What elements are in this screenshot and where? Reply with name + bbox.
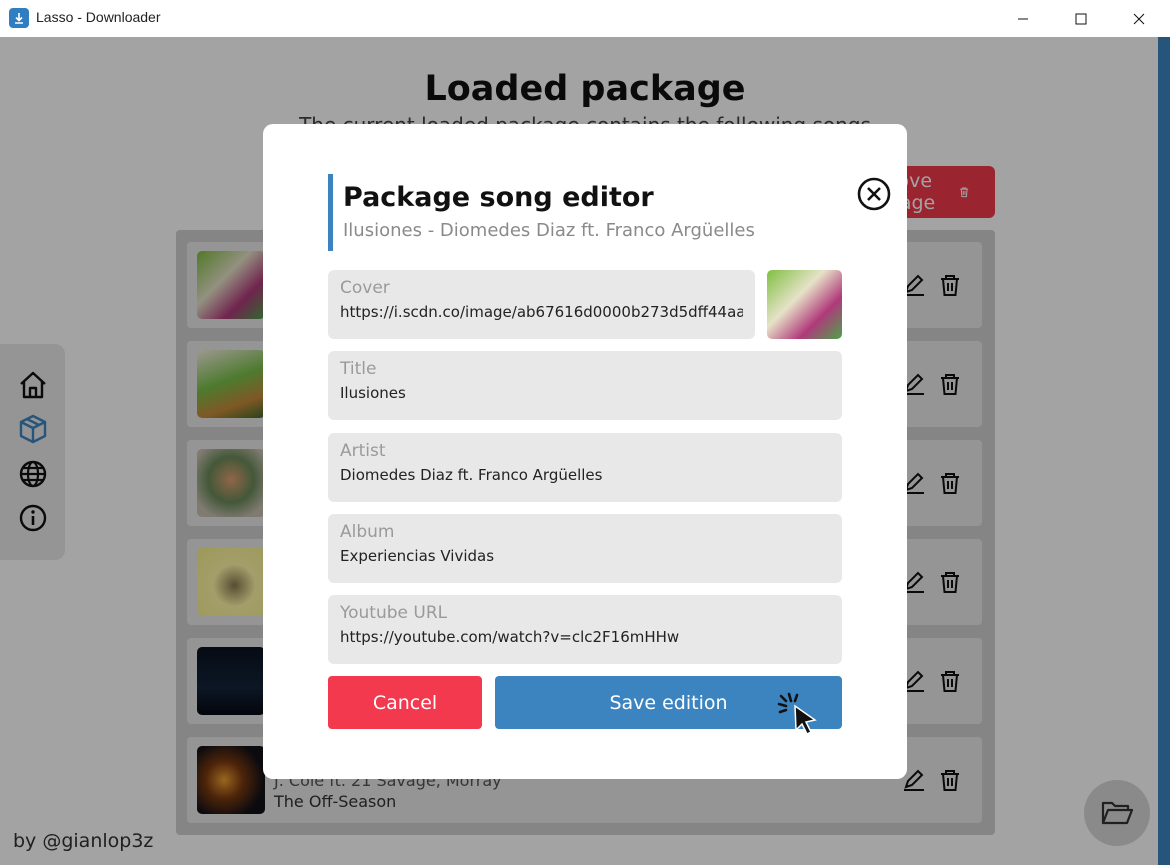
title-label: Title [340, 359, 377, 379]
artist-field[interactable]: Artist Diomedes Diaz ft. Franco Argüelle… [328, 433, 842, 502]
modal-subtitle: Ilusiones - Diomedes Diaz ft. Franco Arg… [343, 220, 755, 241]
album-input[interactable]: Experiencias Vividas [340, 547, 494, 565]
cover-preview-image [767, 270, 842, 339]
minimize-icon [1018, 18, 1028, 19]
close-icon [1133, 13, 1145, 24]
modal-title: Package song editor [343, 182, 654, 213]
cover-field[interactable]: Cover https://i.scdn.co/image/ab67616d00… [328, 270, 755, 339]
title-field[interactable]: Title Ilusiones [328, 351, 842, 420]
title-input[interactable]: Ilusiones [340, 384, 406, 402]
app-content: Loaded package The current loaded packag… [0, 37, 1170, 865]
title-accent-bar [328, 174, 333, 251]
app-download-icon [9, 8, 29, 28]
artist-input[interactable]: Diomedes Diaz ft. Franco Argüelles [340, 466, 602, 484]
click-cursor-icon [777, 692, 817, 736]
minimize-button[interactable] [994, 0, 1052, 37]
window-title: Lasso - Downloader [36, 9, 161, 25]
window-titlebar: Lasso - Downloader [0, 0, 1170, 37]
maximize-icon [1075, 13, 1087, 24]
album-field[interactable]: Album Experiencias Vividas [328, 514, 842, 583]
maximize-button[interactable] [1052, 0, 1110, 37]
artist-label: Artist [340, 441, 386, 461]
cover-label: Cover [340, 278, 390, 298]
cancel-button[interactable]: Cancel [328, 676, 482, 729]
youtube-url-field[interactable]: Youtube URL https://youtube.com/watch?v=… [328, 595, 842, 664]
close-modal-icon[interactable] [856, 176, 892, 212]
album-label: Album [340, 522, 395, 542]
cover-input[interactable]: https://i.scdn.co/image/ab67616d0000b273… [340, 303, 743, 321]
youtube-url-input[interactable]: https://youtube.com/watch?v=clc2F16mHHw [340, 628, 679, 646]
close-window-button[interactable] [1110, 0, 1168, 37]
song-editor-modal: Package song editor Ilusiones - Diomedes… [263, 124, 907, 779]
youtube-url-label: Youtube URL [340, 603, 448, 623]
